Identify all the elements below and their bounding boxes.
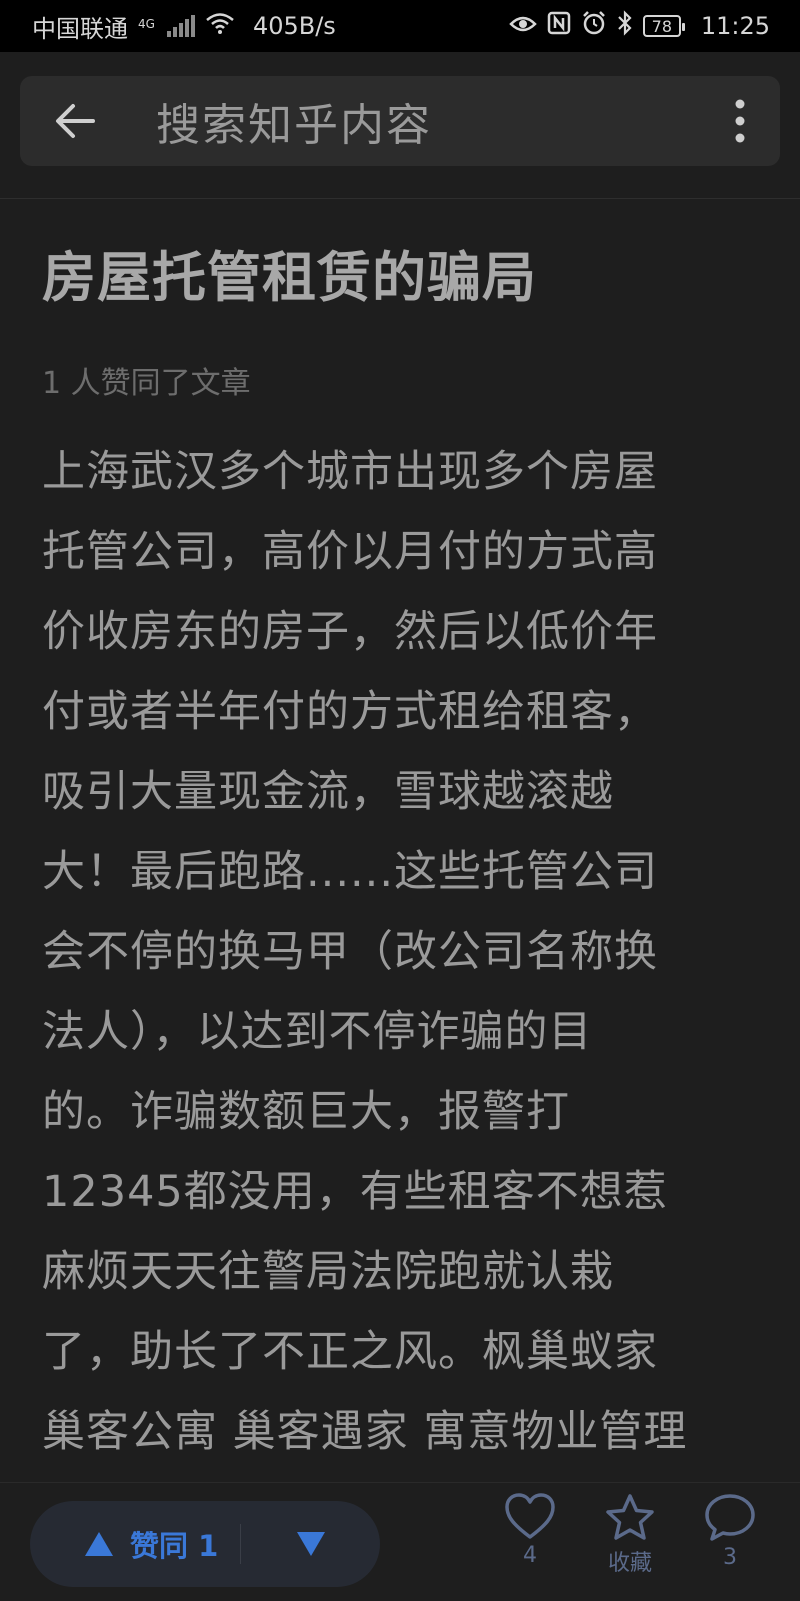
battery-level: 78 <box>651 16 672 36</box>
network-speed: 405B/s <box>252 12 336 40</box>
search-bar: 搜索知乎内容 <box>20 76 780 166</box>
arrow-left-icon <box>56 104 95 138</box>
eye-icon <box>509 12 537 40</box>
vote-pill: 赞同 1 <box>30 1501 380 1587</box>
upvote-button[interactable]: 赞同 1 <box>30 1523 240 1565</box>
bottom-action-bar: 赞同 1 4 收藏 3 <box>0 1482 800 1601</box>
search-input[interactable]: 搜索知乎内容 <box>130 89 700 153</box>
battery-icon: 78 <box>642 15 685 37</box>
wifi-icon <box>205 11 235 41</box>
status-left: 中国联通 4G 405B/s <box>32 9 336 44</box>
upvote-label: 赞同 1 <box>130 1529 219 1563</box>
more-options-button[interactable] <box>700 76 780 166</box>
signal-icon <box>166 15 195 37</box>
body-line: 12345都没用，有些租客不想惹 <box>42 1167 668 1217</box>
body-line: 价收房东的房子，然后以低价年 <box>42 607 658 657</box>
body-line: 付或者半年付的方式租给租客， <box>42 687 658 737</box>
collect-label: 收藏 <box>607 1551 652 1576</box>
back-button[interactable] <box>20 76 130 166</box>
body-line: 了，助长了不正之风。枫巢蚁家 <box>42 1327 658 1377</box>
star-icon <box>606 1494 654 1540</box>
triangle-up-icon <box>85 1532 113 1556</box>
top-app-bar: 搜索知乎内容 <box>0 52 800 199</box>
more-vertical-icon <box>735 99 745 143</box>
comment-button[interactable]: 3 <box>680 1493 780 1570</box>
body-line: 巢客公寓 巢客遇家 寓意物业管理 <box>42 1407 688 1457</box>
downvote-button[interactable] <box>241 1501 380 1587</box>
comment-bubble-icon <box>705 1494 755 1541</box>
like-count: 4 <box>523 1543 537 1568</box>
body-line: 会不停的换马甲（改公司名称换 <box>42 927 658 977</box>
clock: 11:25 <box>700 12 770 40</box>
body-line: 吸引大量现金流，雪球越滚越 <box>42 767 614 817</box>
status-bar: 中国联通 4G 405B/s 78 11:25 <box>0 0 800 52</box>
article-body: 上海武汉多个城市出现多个房屋 托管公司，高价以月付的方式高 价收房东的房子，然后… <box>42 432 762 1472</box>
nfc-icon <box>547 11 571 41</box>
like-button[interactable]: 4 <box>480 1493 580 1568</box>
body-line: 上海武汉多个城市出现多个房屋 <box>42 447 658 497</box>
article-upvote-meta[interactable]: 1 人赞同了文章 <box>42 364 762 404</box>
body-line: 的。诈骗数额巨大，报警打 <box>42 1087 570 1137</box>
status-right: 78 11:25 <box>509 10 770 42</box>
body-line: 大！最后跑路......这些托管公司 <box>42 847 659 897</box>
body-line: 麻烦天天往警局法院跑就认栽 <box>42 1247 614 1297</box>
triangle-down-icon <box>296 1532 325 1556</box>
bluetooth-icon <box>617 10 633 42</box>
heart-icon <box>505 1493 555 1539</box>
alarm-icon <box>581 10 607 42</box>
network-type: 4G <box>138 16 155 31</box>
carrier-name: 中国联通 <box>32 14 128 43</box>
body-line: 托管公司，高价以月付的方式高 <box>42 527 658 577</box>
collect-button[interactable]: 收藏 <box>580 1493 680 1577</box>
comment-count: 3 <box>723 1545 737 1570</box>
article-title: 房屋托管租赁的骗局 <box>42 246 537 309</box>
article: 房屋托管租赁的骗局 1 人赞同了文章 上海武汉多个城市出现多个房屋 托管公司，高… <box>42 198 762 1472</box>
body-line: 法人），以达到不停诈骗的目 <box>42 1007 593 1057</box>
